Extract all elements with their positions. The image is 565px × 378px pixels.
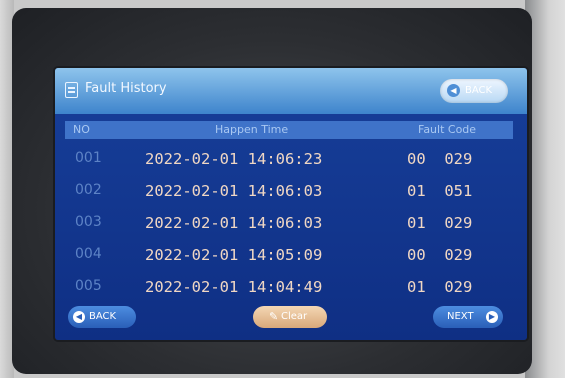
table-row[interactable]: 004 2022-02-01 14:05:09 00 029 bbox=[65, 243, 513, 267]
row-number: 003 bbox=[75, 214, 102, 230]
column-no: NO bbox=[73, 123, 90, 136]
row-time: 2022-02-01 14:05:09 bbox=[145, 246, 323, 264]
next-label: NEXT bbox=[447, 311, 474, 322]
pencil-icon: ✎ bbox=[269, 310, 279, 323]
row-code: 01 029 bbox=[407, 214, 473, 232]
arrow-left-circle-icon: ◀ bbox=[73, 311, 85, 323]
table-row[interactable]: 001 2022-02-01 14:06:23 00 029 bbox=[65, 147, 513, 171]
row-code: 00 029 bbox=[407, 150, 473, 168]
column-happen-time: Happen Time bbox=[215, 123, 289, 136]
footer-back-button[interactable]: ◀ BACK bbox=[68, 306, 136, 328]
next-button[interactable]: NEXT ▶ bbox=[433, 306, 503, 328]
row-number: 005 bbox=[75, 278, 102, 294]
table-row[interactable]: 003 2022-02-01 14:06:03 01 029 bbox=[65, 211, 513, 235]
table-row[interactable]: 005 2022-02-01 14:04:49 01 029 bbox=[65, 275, 513, 299]
document-icon bbox=[65, 82, 78, 98]
clear-label: Clear bbox=[281, 311, 308, 322]
row-code: 01 051 bbox=[407, 182, 473, 200]
header-back-button[interactable]: ◀ BACK bbox=[440, 79, 508, 103]
lcd-screen: Fault History ◀ BACK NO Happen Time Faul… bbox=[55, 68, 527, 340]
row-number: 001 bbox=[75, 150, 102, 166]
arrow-left-circle-icon: ◀ bbox=[447, 84, 460, 97]
column-fault-code: Fault Code bbox=[418, 123, 477, 136]
header-back-label: BACK bbox=[465, 85, 493, 96]
clear-button[interactable]: ✎ Clear bbox=[253, 306, 327, 328]
row-time: 2022-02-01 14:06:03 bbox=[145, 214, 323, 232]
screen-header: Fault History ◀ BACK bbox=[55, 68, 527, 114]
page-title: Fault History bbox=[85, 81, 167, 96]
table-row[interactable]: 002 2022-02-01 14:06:03 01 051 bbox=[65, 179, 513, 203]
row-time: 2022-02-01 14:06:23 bbox=[145, 150, 323, 168]
table-header: NO Happen Time Fault Code bbox=[65, 121, 513, 139]
arrow-right-circle-icon: ▶ bbox=[486, 311, 498, 323]
row-code: 01 029 bbox=[407, 278, 473, 296]
row-number: 002 bbox=[75, 182, 102, 198]
row-time: 2022-02-01 14:06:03 bbox=[145, 182, 323, 200]
footer-back-label: BACK bbox=[89, 311, 117, 322]
row-time: 2022-02-01 14:04:49 bbox=[145, 278, 323, 296]
row-code: 00 029 bbox=[407, 246, 473, 264]
row-number: 004 bbox=[75, 246, 102, 262]
